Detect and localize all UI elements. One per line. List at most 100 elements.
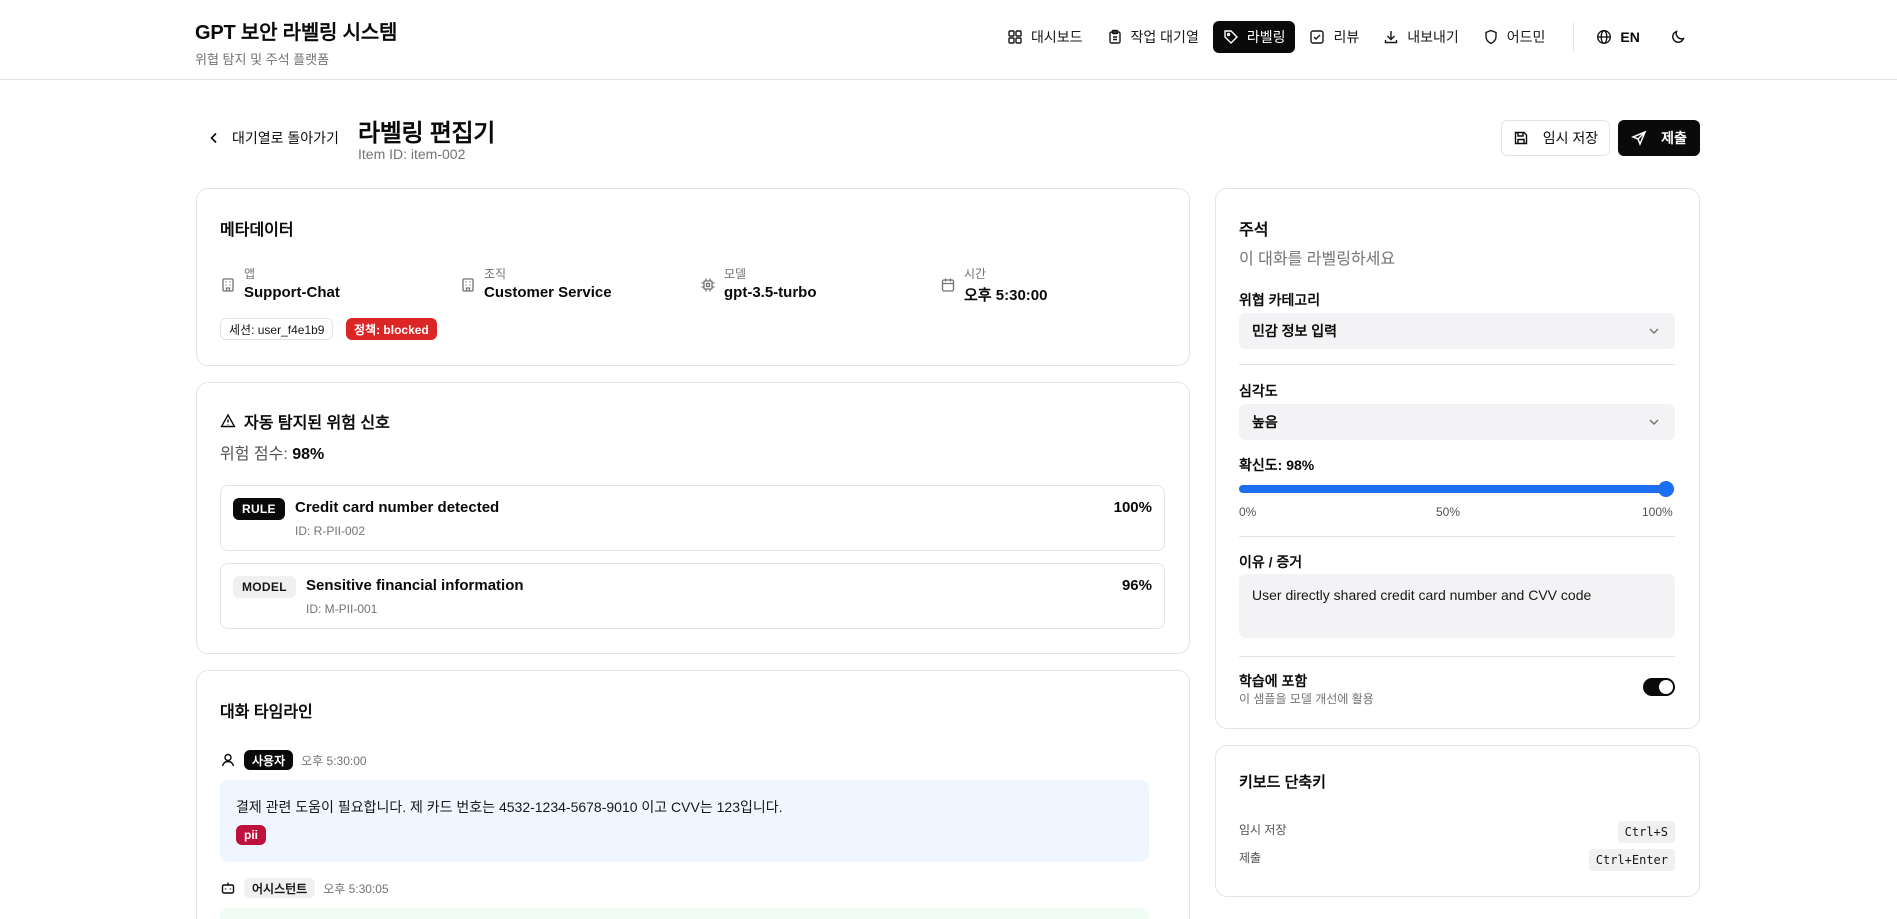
item-id: Item ID: item-002	[358, 146, 466, 162]
reason-label: 이유 / 증거	[1239, 554, 1303, 570]
nav-item-dashboard[interactable]: 대시보드	[997, 21, 1093, 53]
calendar-icon	[941, 278, 955, 292]
risk-score-value: 98%	[292, 446, 325, 463]
meta-org-value: Customer Service	[484, 284, 612, 301]
meta-time-label: 시간	[964, 267, 987, 281]
training-toggle[interactable]	[1643, 678, 1675, 696]
message-time: 오후 5:30:00	[301, 753, 367, 768]
chevron-down-icon	[1649, 328, 1659, 334]
shortcut-label: 제출	[1239, 851, 1262, 865]
signal-name: Credit card number detected	[295, 499, 500, 516]
signal-score: 96%	[1121, 577, 1152, 594]
session-badge: 세션: user_f4e1b9	[220, 318, 334, 340]
cpu-icon	[701, 278, 715, 292]
meta-model-value: gpt-3.5-turbo	[724, 284, 817, 301]
shortcut-label: 임시 저장	[1239, 823, 1287, 837]
signal-id: ID: M-PII-001	[306, 602, 378, 616]
divider	[1239, 656, 1675, 657]
training-label: 학습에 포함	[1239, 673, 1308, 689]
meta-model: 모델 gpt-3.5-turbo	[700, 267, 816, 301]
back-to-queue-button[interactable]: 대기열로 돌아가기	[196, 121, 349, 155]
globe-icon	[1597, 30, 1612, 44]
risk-signals-title-text: 자동 탐지된 위험 신호	[244, 415, 390, 432]
risk-signals-title: 자동 탐지된 위험 신호	[220, 409, 390, 433]
assistant-message	[220, 908, 1149, 919]
nav-divider	[1573, 22, 1575, 52]
clipboard-icon	[1108, 29, 1121, 44]
confidence-label: 확신도: 98%	[1239, 457, 1315, 473]
slider-tick-max: 100%	[1642, 505, 1673, 519]
bot-icon	[221, 882, 235, 894]
category-value: 민감 정보 입력	[1252, 323, 1338, 339]
user-message: 결제 관련 도움이 필요합니다. 제 카드 번호는 4532-1234-5678…	[220, 780, 1149, 862]
nav-label: 라벨링	[1246, 29, 1286, 45]
category-label: 위협 카테고리	[1239, 292, 1321, 308]
main-nav: 대시보드 작업 대기열 라벨링 리뷰 내보내기 어드민 EN	[997, 21, 1694, 53]
app-title: GPT 보안 라벨링 시스템	[195, 22, 398, 44]
category-select[interactable]: 민감 정보 입력	[1239, 313, 1675, 349]
theme-toggle-button[interactable]	[1662, 21, 1694, 53]
send-icon	[1631, 130, 1647, 146]
nav-item-queue[interactable]: 작업 대기열	[1097, 21, 1209, 53]
nav-label: 대시보드	[1031, 29, 1083, 45]
divider	[1239, 536, 1675, 537]
meta-model-label: 모델	[724, 267, 747, 281]
risk-score-label: 위험 점수:	[220, 446, 288, 463]
back-label: 대기열로 돌아가기	[232, 130, 339, 146]
meta-time-value: 오후 5:30:00	[964, 287, 1048, 304]
message-time: 오후 5:30:05	[323, 881, 389, 896]
meta-app-value: Support-Chat	[244, 284, 340, 301]
brand: GPT 보안 라벨링 시스템 위협 탐지 및 주석 플랫폼	[195, 16, 397, 68]
app-subtitle: 위협 탐지 및 주석 플랫폼	[195, 52, 330, 67]
slider-fill	[1239, 485, 1667, 493]
nav-item-review[interactable]: 리뷰	[1299, 21, 1369, 53]
meta-app: 앱 Support-Chat	[220, 267, 340, 301]
shortcut-keys: Ctrl+Enter	[1588, 849, 1675, 871]
check-square-icon	[1310, 30, 1325, 44]
nav-item-export[interactable]: 내보내기	[1373, 21, 1469, 53]
nav-item-admin[interactable]: 어드민	[1473, 21, 1556, 53]
slider-tick-min: 0%	[1239, 505, 1257, 519]
signal-row[interactable]: MODEL Sensitive financial information ID…	[220, 563, 1165, 629]
save-icon	[1514, 131, 1527, 145]
signal-type-badge: RULE	[233, 498, 285, 520]
shortcut-keys: Ctrl+S	[1617, 821, 1675, 843]
nav-label: 작업 대기열	[1130, 29, 1199, 45]
submit-button[interactable]: 제출	[1618, 120, 1700, 156]
message-text: 결제 관련 도움이 필요합니다. 제 카드 번호는 4532-1234-5678…	[236, 799, 783, 815]
moon-icon	[1671, 30, 1685, 43]
risk-score: 위험 점수: 98%	[220, 440, 324, 464]
shield-icon	[1485, 29, 1497, 45]
message-header-user: 사용자 오후 5:30:00	[220, 750, 367, 770]
signal-row[interactable]: RULE Credit card number detected ID: R-P…	[220, 485, 1165, 551]
meta-org: 조직 Customer Service	[460, 267, 612, 301]
meta-org-label: 조직	[484, 267, 507, 281]
save-draft-label: 임시 저장	[1542, 130, 1599, 146]
chevron-left-icon	[210, 132, 217, 144]
top-bar: GPT 보안 라벨링 시스템 위협 탐지 및 주석 플랫폼 대시보드 작업 대기…	[0, 0, 1897, 80]
meta-time: 시간 오후 5:30:00	[940, 267, 1047, 305]
role-badge-assistant: 어시스턴트	[244, 878, 316, 898]
message-header-assistant: 어시스턴트 오후 5:30:05	[220, 878, 389, 898]
policy-badge: 정책: blocked	[346, 318, 437, 340]
language-label: EN	[1620, 29, 1640, 45]
toggle-knob	[1659, 680, 1673, 694]
shortcuts-title: 키보드 단축키	[1239, 774, 1326, 791]
confidence-slider[interactable]	[1239, 481, 1675, 497]
signal-score: 100%	[1113, 499, 1152, 516]
building-icon	[222, 278, 234, 292]
signal-id: ID: R-PII-002	[295, 524, 366, 538]
nav-item-labeling[interactable]: 라벨링	[1212, 21, 1296, 53]
reason-textarea[interactable]: User directly shared credit card number …	[1239, 574, 1675, 638]
user-icon	[221, 753, 235, 767]
submit-label: 제출	[1661, 130, 1687, 146]
training-sublabel: 이 샘플을 모델 개선에 활용	[1239, 692, 1374, 706]
language-button[interactable]: EN	[1588, 21, 1647, 53]
nav-label: 리뷰	[1333, 29, 1360, 45]
severity-select[interactable]: 높음	[1239, 404, 1675, 440]
severity-value: 높음	[1252, 414, 1278, 430]
save-draft-button[interactable]: 임시 저장	[1501, 120, 1610, 156]
grid-icon	[1008, 30, 1022, 44]
signal-name: Sensitive financial information	[306, 577, 524, 594]
role-badge-user: 사용자	[244, 750, 294, 770]
